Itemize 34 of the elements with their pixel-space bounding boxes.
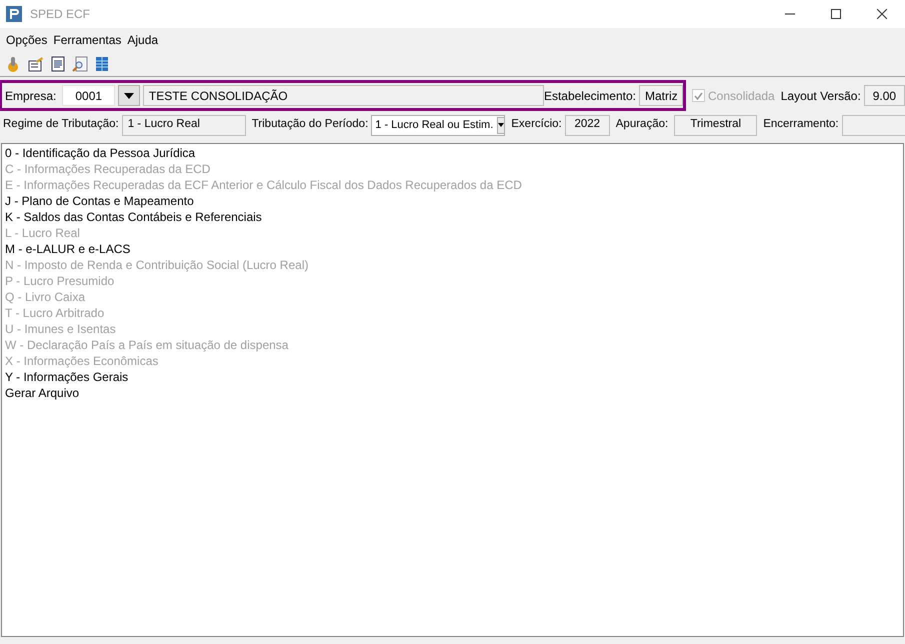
list-item[interactable]: K - Saldos das Contas Contábeis e Referenciais — [5, 209, 900, 225]
list-item[interactable]: 0 - Identificação da Pessoa Jurídica — [5, 145, 900, 161]
closing-field — [842, 114, 905, 136]
menu-item[interactable]: Opções — [3, 31, 50, 49]
company-name-field: TESTE CONSOLIDAÇÃO — [142, 85, 544, 106]
check-icon — [694, 92, 703, 100]
field-label: Layout Versão: — [780, 88, 861, 104]
list-item[interactable]: J - Plano de Contas e Mapeamento — [5, 193, 900, 209]
year-field: 2022 — [564, 114, 610, 136]
menu-item[interactable]: Ferramentas — [50, 31, 124, 49]
period-select[interactable]: 1 - Lucro Real ou Estim. — [371, 114, 506, 136]
window-title: SPED ECF — [30, 6, 90, 23]
dropdown-button[interactable] — [118, 85, 140, 106]
app-logo-icon — [6, 6, 22, 22]
list-item[interactable]: Gerar Arquivo — [5, 385, 900, 401]
list-item[interactable]: Y - Informações Gerais — [5, 369, 900, 385]
establishment-field: Matriz — [639, 85, 683, 106]
field-label: Apuração: — [616, 117, 668, 132]
field-label: Tributação do Período: — [252, 117, 368, 132]
field-label: Exercício: — [511, 117, 562, 132]
calculation-field: Trimestral — [674, 114, 758, 136]
field-label: Regime de Tributação: — [3, 117, 119, 132]
company-code-field[interactable]: 0001 — [62, 85, 116, 106]
field-label: Empresa: — [5, 88, 56, 104]
close-icon — [877, 9, 887, 19]
field-label: Encerramento: — [763, 117, 839, 132]
caret-icon — [498, 123, 504, 127]
regime-field: 1 - Lucro Real — [122, 114, 246, 136]
list-item[interactable]: M - e-LALUR e e-LACS — [5, 241, 900, 257]
maximize-icon — [831, 9, 841, 19]
menu-item[interactable]: Ajuda — [124, 31, 162, 49]
caret-icon — [124, 92, 134, 98]
layout-version-field: 9.00 — [864, 85, 905, 106]
field-label: Estabelecimento: — [544, 88, 636, 104]
